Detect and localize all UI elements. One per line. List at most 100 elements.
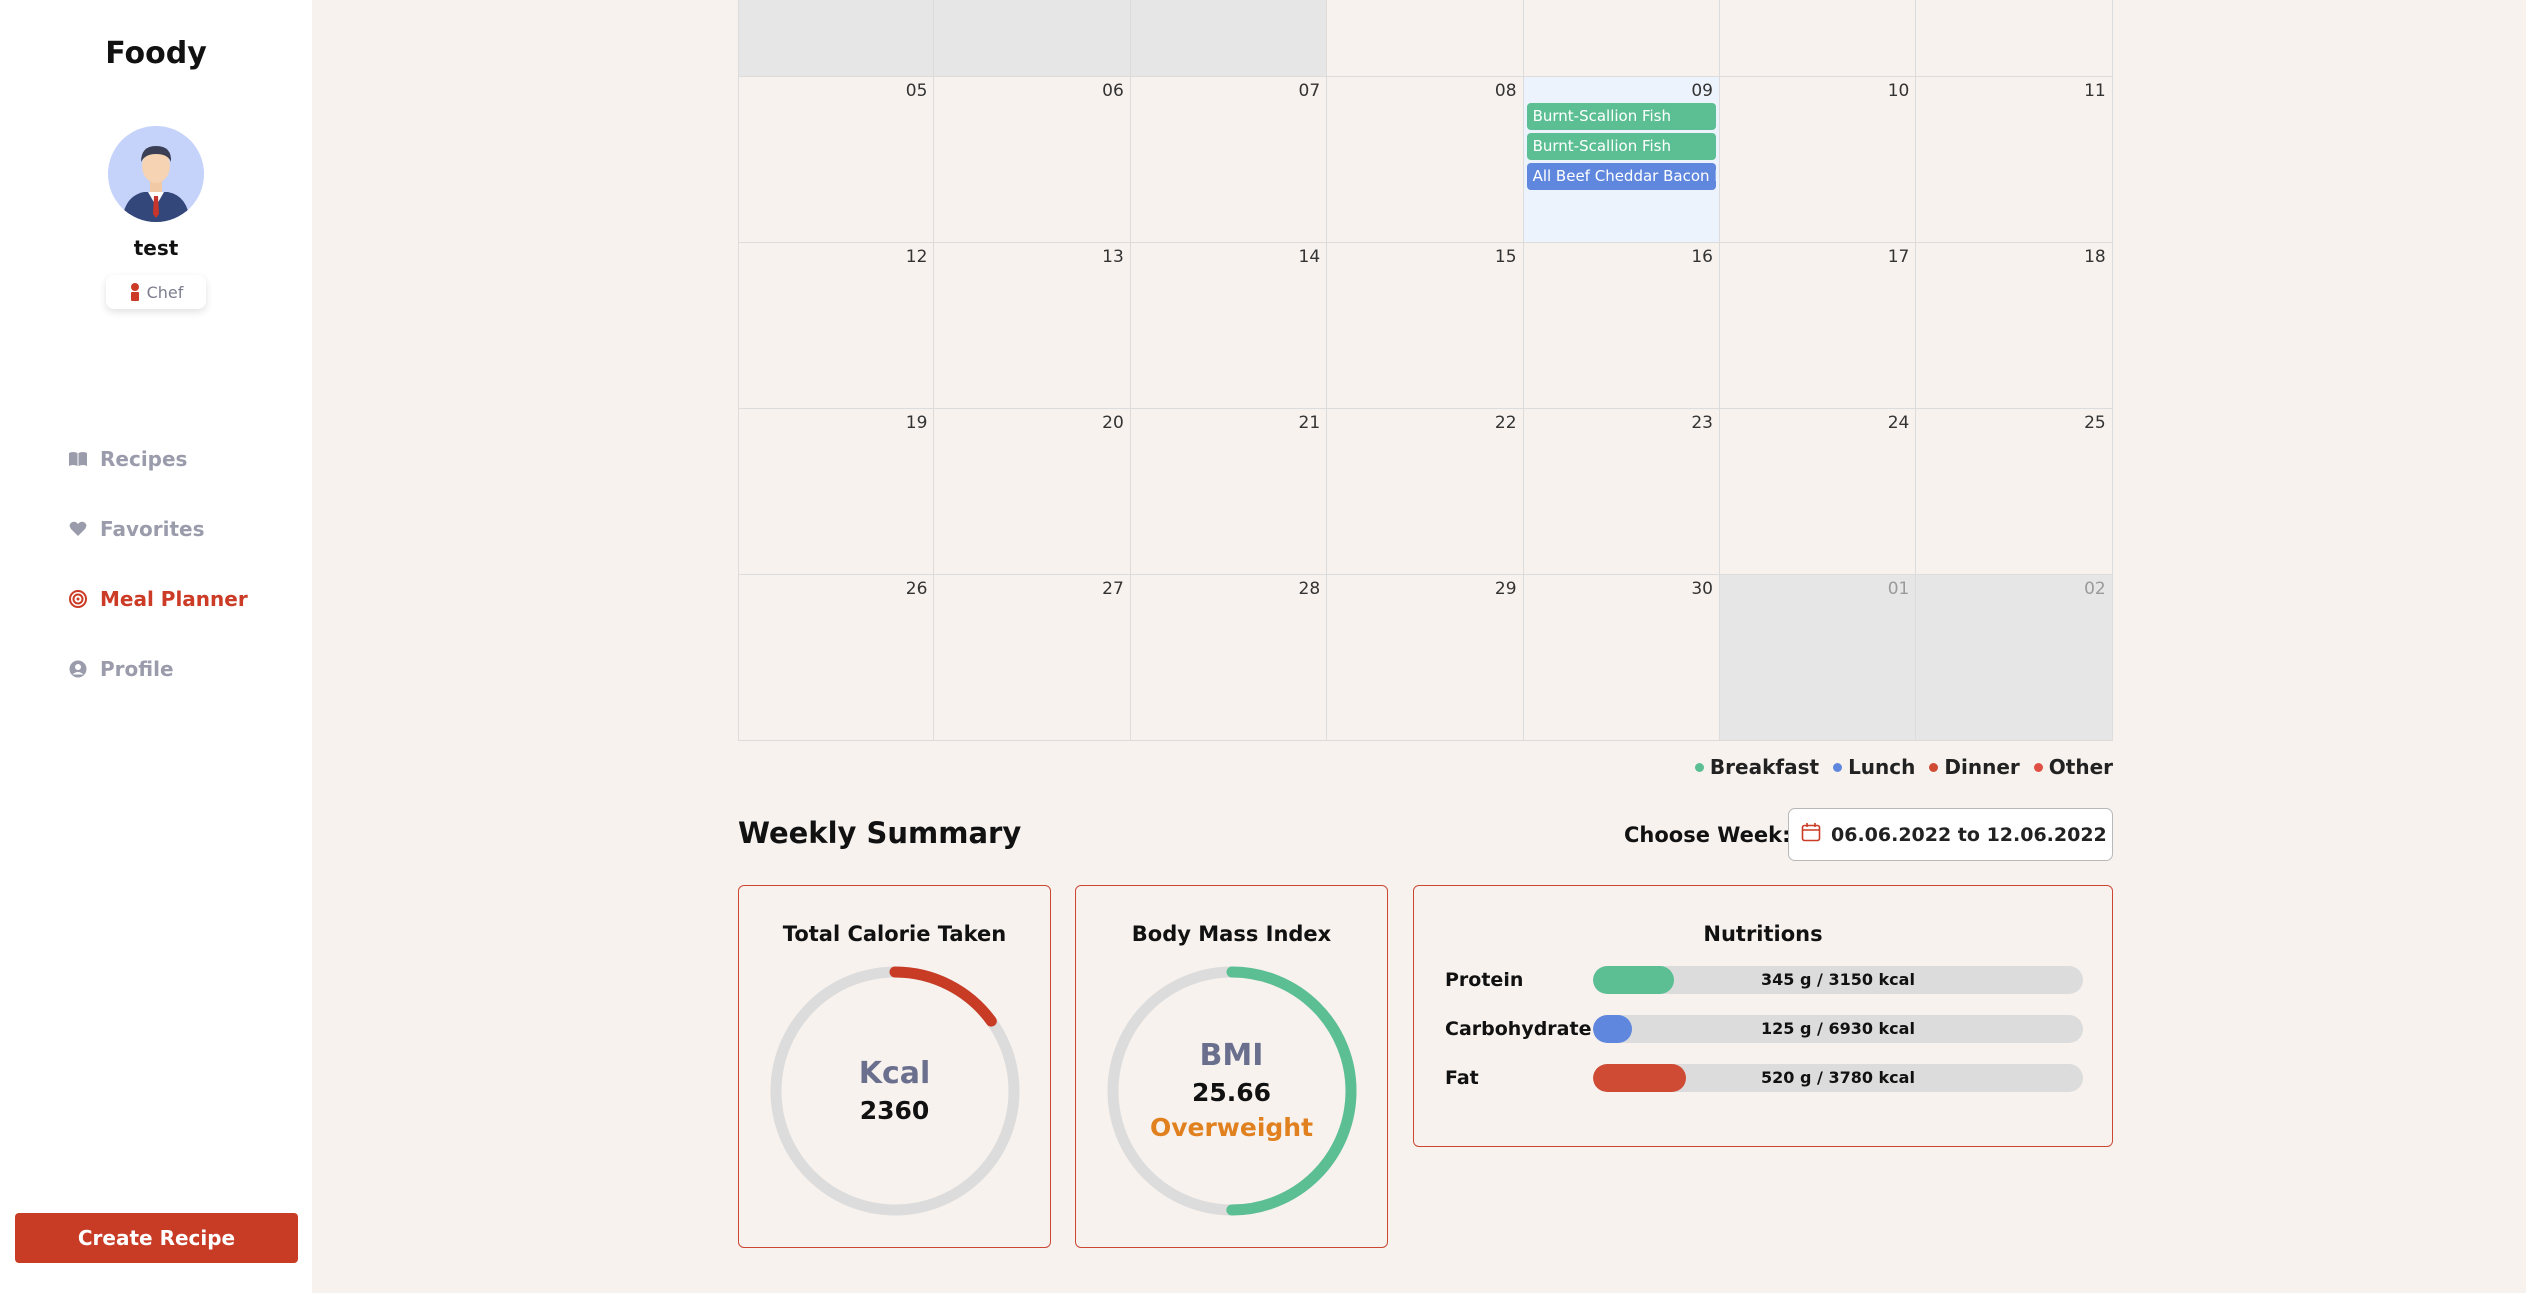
nutrition-row: Carbohydrate 125 g / 6930 kcal xyxy=(1445,1015,2083,1043)
calendar-day-cell[interactable]: 13 xyxy=(934,243,1131,409)
create-recipe-button[interactable]: Create Recipe xyxy=(15,1213,298,1263)
nav-item-recipes[interactable]: Recipes xyxy=(68,424,248,494)
calendar-day-cell[interactable]: 05 xyxy=(738,77,935,243)
nav-item-profile[interactable]: Profile xyxy=(68,634,248,704)
calendar-week-row: 12 13 14 15 16 17 18 xyxy=(738,243,2113,409)
calendar-day-cell[interactable]: 24 xyxy=(1719,409,1917,575)
day-number: 16 xyxy=(1691,247,1713,267)
book-icon xyxy=(68,449,88,469)
nav-label: Favorites xyxy=(100,517,205,541)
calendar-day-cell[interactable] xyxy=(738,0,935,77)
role-label: Chef xyxy=(146,282,184,302)
calendar-day-cell[interactable]: 30 xyxy=(1523,575,1720,741)
calendar-day-cell[interactable]: 17 xyxy=(1719,243,1917,409)
calorie-card-title: Total Calorie Taken xyxy=(782,922,1007,946)
day-number: 08 xyxy=(1494,81,1517,101)
legend-item: Breakfast xyxy=(1694,755,1820,779)
chef-icon xyxy=(129,283,141,301)
calendar-day-cell[interactable]: 23 xyxy=(1523,409,1720,575)
weekly-summary-title: Weekly Summary xyxy=(738,816,1022,850)
calendar-day-cell[interactable]: 22 xyxy=(1327,409,1524,575)
calendar-day-cell[interactable]: 19 xyxy=(738,409,935,575)
calendar-day-cell[interactable]: 26 xyxy=(738,575,935,741)
calendar-week-row: 19 20 21 22 23 24 25 xyxy=(738,409,2113,575)
calendar-day-cell[interactable] xyxy=(934,0,1131,77)
legend-label: Breakfast xyxy=(1709,755,1820,779)
calendar-day-cell[interactable]: 09 Burnt-Scallion Fish Burnt-Scallion Fish… xyxy=(1523,77,1720,243)
calorie-card: Total Calorie Taken Kcal 2360 xyxy=(738,885,1051,1248)
calendar-day-cell[interactable]: 10 xyxy=(1719,77,1917,243)
bmi-card-title: Body Mass Index xyxy=(1131,922,1332,946)
username: test xyxy=(133,236,179,260)
avatar-illustration xyxy=(108,126,204,222)
meal-calendar: 05 06 07 08 09 Burnt-Scallion Fish Burnt-Scall… xyxy=(738,0,2113,741)
meal-event[interactable]: Burnt-Scallion Fish xyxy=(1526,103,1716,130)
day-number: 27 xyxy=(1102,579,1124,599)
calendar-day-cell[interactable]: 11 xyxy=(1916,77,2113,243)
calendar-day-cell[interactable]: 06 xyxy=(934,77,1131,243)
nutrition-progress-bar: 125 g / 6930 kcal xyxy=(1593,1015,2083,1043)
legend-item: Other xyxy=(2033,755,2113,779)
day-number: 07 xyxy=(1298,81,1321,101)
nutrition-label: Protein xyxy=(1445,969,1524,991)
calendar-day-cell[interactable]: 07 xyxy=(1130,77,1328,243)
calendar-day-cell[interactable]: 08 xyxy=(1327,77,1524,243)
day-number: 05 xyxy=(905,81,928,101)
calendar-day-cell[interactable] xyxy=(1916,0,2113,77)
calendar-day-cell[interactable] xyxy=(1523,0,1720,77)
day-number: 19 xyxy=(905,413,928,433)
calendar-day-cell[interactable]: 15 xyxy=(1327,243,1524,409)
nutrition-label: Fat xyxy=(1445,1067,1479,1089)
day-number: 10 xyxy=(1887,81,1910,101)
meal-event[interactable]: All Beef Cheddar Bacon Burger xyxy=(1526,163,1716,190)
calendar-day-cell[interactable]: 21 xyxy=(1130,409,1328,575)
calorie-ring xyxy=(770,966,1020,1216)
app-logo[interactable]: Foody xyxy=(0,36,312,71)
legend-dot xyxy=(1694,762,1704,772)
sidebar-nav: Recipes Favorites Meal Planner Profile xyxy=(68,424,248,704)
calendar-day-cell[interactable]: 20 xyxy=(934,409,1131,575)
day-number: 21 xyxy=(1298,413,1321,433)
nav-item-favorites[interactable]: Favorites xyxy=(68,494,248,564)
avatar[interactable] xyxy=(108,126,204,222)
calendar-day-cell[interactable]: 27 xyxy=(934,575,1131,741)
week-picker-input[interactable]: 06.06.2022 to 12.06.2022 xyxy=(1788,808,2113,861)
target-icon xyxy=(68,589,88,609)
calendar-week-row: 26 27 28 29 30 01 02 xyxy=(738,575,2113,741)
calendar-day-cell[interactable]: 25 xyxy=(1916,409,2113,575)
day-number: 22 xyxy=(1494,413,1517,433)
calendar-day-cell[interactable] xyxy=(1130,0,1328,77)
calendar-week-row: 05 06 07 08 09 Burnt-Scallion Fish Burnt-Scall… xyxy=(738,77,2113,243)
calendar-day-cell[interactable]: 16 xyxy=(1523,243,1720,409)
day-number: 02 xyxy=(2084,579,2106,599)
day-number: 30 xyxy=(1691,579,1713,599)
calendar-day-cell[interactable] xyxy=(1327,0,1524,77)
legend-label: Lunch xyxy=(1848,755,1916,779)
day-number: 15 xyxy=(1494,247,1517,267)
day-number: 24 xyxy=(1887,413,1910,433)
calendar-day-cell[interactable] xyxy=(1719,0,1917,77)
calendar-day-cell[interactable]: 14 xyxy=(1130,243,1328,409)
day-number: 18 xyxy=(2084,247,2106,267)
bmi-value: 25.66 xyxy=(1191,1078,1272,1107)
calendar-day-cell[interactable]: 02 xyxy=(1916,575,2113,741)
calendar-day-cell[interactable]: 12 xyxy=(738,243,935,409)
calendar-day-cell[interactable]: 01 xyxy=(1719,575,1917,741)
calendar-week-row xyxy=(738,0,2113,77)
nutrition-value: 520 g / 3780 kcal xyxy=(1761,1068,1915,1087)
day-number: 12 xyxy=(905,247,928,267)
nav-item-meal-planner[interactable]: Meal Planner xyxy=(68,564,248,634)
calendar-day-cell[interactable]: 28 xyxy=(1130,575,1328,741)
calendar-day-cell[interactable]: 29 xyxy=(1327,575,1524,741)
meal-legend: Breakfast Lunch Dinner Other xyxy=(1694,755,2113,779)
week-range-value: 06.06.2022 to 12.06.2022 xyxy=(1831,823,2107,846)
nutrition-progress-bar: 345 g / 3150 kcal xyxy=(1593,966,2083,994)
day-number: 06 xyxy=(1102,81,1124,101)
meal-event[interactable]: Burnt-Scallion Fish xyxy=(1526,133,1716,160)
nutrition-card: Nutritions Protein 345 g / 3150 kcal Carbo… xyxy=(1413,885,2113,1147)
user-circle-icon xyxy=(68,659,88,679)
legend-item: Dinner xyxy=(1929,755,2020,779)
nutrition-label: Carbohydrate xyxy=(1445,1018,1592,1040)
sidebar: Foody test Chef Recipes Favorites Meal P… xyxy=(0,0,312,1293)
calendar-day-cell[interactable]: 18 xyxy=(1916,243,2113,409)
